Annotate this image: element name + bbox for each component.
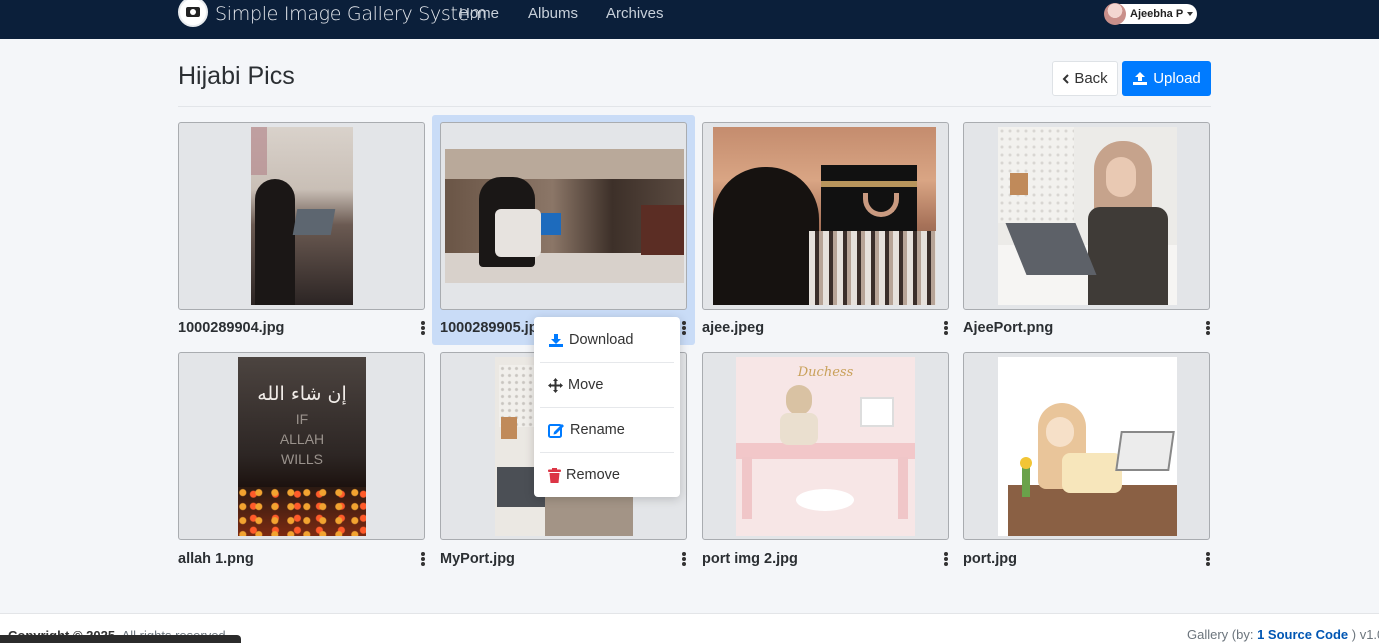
- header-divider: [178, 106, 1211, 107]
- caret-down-icon: [1187, 12, 1194, 16]
- edit-icon: [548, 424, 564, 438]
- image-filename[interactable]: ajee.jpeg: [702, 320, 764, 336]
- image-context-menu: Download Move Rename Remove: [534, 317, 680, 497]
- image-filename[interactable]: allah 1.png: [178, 551, 254, 567]
- image-thumbnail[interactable]: [963, 352, 1210, 540]
- top-navbar: Simple Image Gallery System Home Albums …: [0, 0, 1379, 39]
- arabic-caption: إن شاء الله: [257, 383, 347, 405]
- nav-home-link[interactable]: Home: [459, 5, 499, 22]
- image-filename[interactable]: AjeePort.png: [963, 320, 1053, 336]
- kebab-menu-icon[interactable]: [1206, 552, 1210, 566]
- kebab-menu-icon[interactable]: [682, 552, 686, 566]
- image-thumbnail[interactable]: إن شاء الله IF ALLAH WILLS: [178, 352, 425, 540]
- image-thumbnail[interactable]: [178, 122, 425, 310]
- caption-line-if: IF: [295, 411, 309, 427]
- menu-item-label: Download: [569, 332, 634, 348]
- user-menu-button[interactable]: Ajeebha P: [1104, 3, 1197, 25]
- nav-archives-link[interactable]: Archives: [606, 5, 664, 22]
- caption-line-allah: ALLAH: [279, 431, 325, 447]
- credit-text: Gallery (by: 1 Source Code ) v1.0: [1187, 627, 1379, 642]
- credit-suffix: ) v1.0: [1351, 627, 1379, 642]
- menu-item-label: Rename: [570, 422, 625, 438]
- credit-prefix: Gallery (by:: [1187, 627, 1254, 642]
- kebab-menu-icon[interactable]: [421, 552, 425, 566]
- menu-item-remove[interactable]: Remove: [534, 453, 680, 497]
- kebab-menu-icon[interactable]: [682, 321, 686, 335]
- credit-link[interactable]: 1 Source Code: [1257, 627, 1348, 642]
- image-thumbnail[interactable]: [963, 122, 1210, 310]
- caption-line-wills: WILLS: [280, 451, 323, 467]
- menu-item-move[interactable]: Move: [534, 363, 680, 407]
- move-icon: [548, 377, 563, 393]
- upload-button[interactable]: Upload: [1122, 61, 1211, 96]
- image-filename[interactable]: MyPort.jpg: [440, 551, 515, 567]
- user-name: Ajeebha P: [1130, 8, 1184, 20]
- menu-item-rename[interactable]: Rename: [534, 408, 680, 452]
- menu-item-label: Move: [568, 377, 604, 393]
- download-icon: [549, 333, 563, 347]
- page-title: Hijabi Pics: [178, 62, 295, 90]
- menu-item-label: Remove: [566, 467, 620, 483]
- status-tooltip: [0, 635, 241, 643]
- image-thumbnail[interactable]: [440, 122, 687, 310]
- nav-albums-link[interactable]: Albums: [528, 5, 578, 22]
- image-thumbnail[interactable]: [702, 122, 949, 310]
- upload-button-label: Upload: [1153, 70, 1201, 87]
- chevron-left-icon: [1062, 73, 1070, 84]
- image-filename[interactable]: port img 2.jpg: [702, 551, 798, 567]
- kebab-menu-icon[interactable]: [1206, 321, 1210, 335]
- image-filename[interactable]: 1000289904.jpg: [178, 320, 284, 336]
- brand-title[interactable]: Simple Image Gallery System: [215, 3, 488, 25]
- trash-icon: [548, 467, 561, 483]
- camera-logo-icon[interactable]: [178, 0, 208, 27]
- image-filename[interactable]: 1000289905.jpg: [440, 320, 546, 336]
- upload-icon: [1133, 72, 1148, 85]
- menu-item-download[interactable]: Download: [534, 318, 680, 362]
- kebab-menu-icon[interactable]: [944, 552, 948, 566]
- image-filename[interactable]: port.jpg: [963, 551, 1017, 567]
- duchess-caption: Duchess: [797, 365, 854, 380]
- avatar: [1104, 3, 1126, 25]
- back-button[interactable]: Back: [1052, 61, 1118, 96]
- kebab-menu-icon[interactable]: [944, 321, 948, 335]
- kebab-menu-icon[interactable]: [421, 321, 425, 335]
- back-button-label: Back: [1074, 70, 1108, 87]
- image-thumbnail[interactable]: Duchess: [702, 352, 949, 540]
